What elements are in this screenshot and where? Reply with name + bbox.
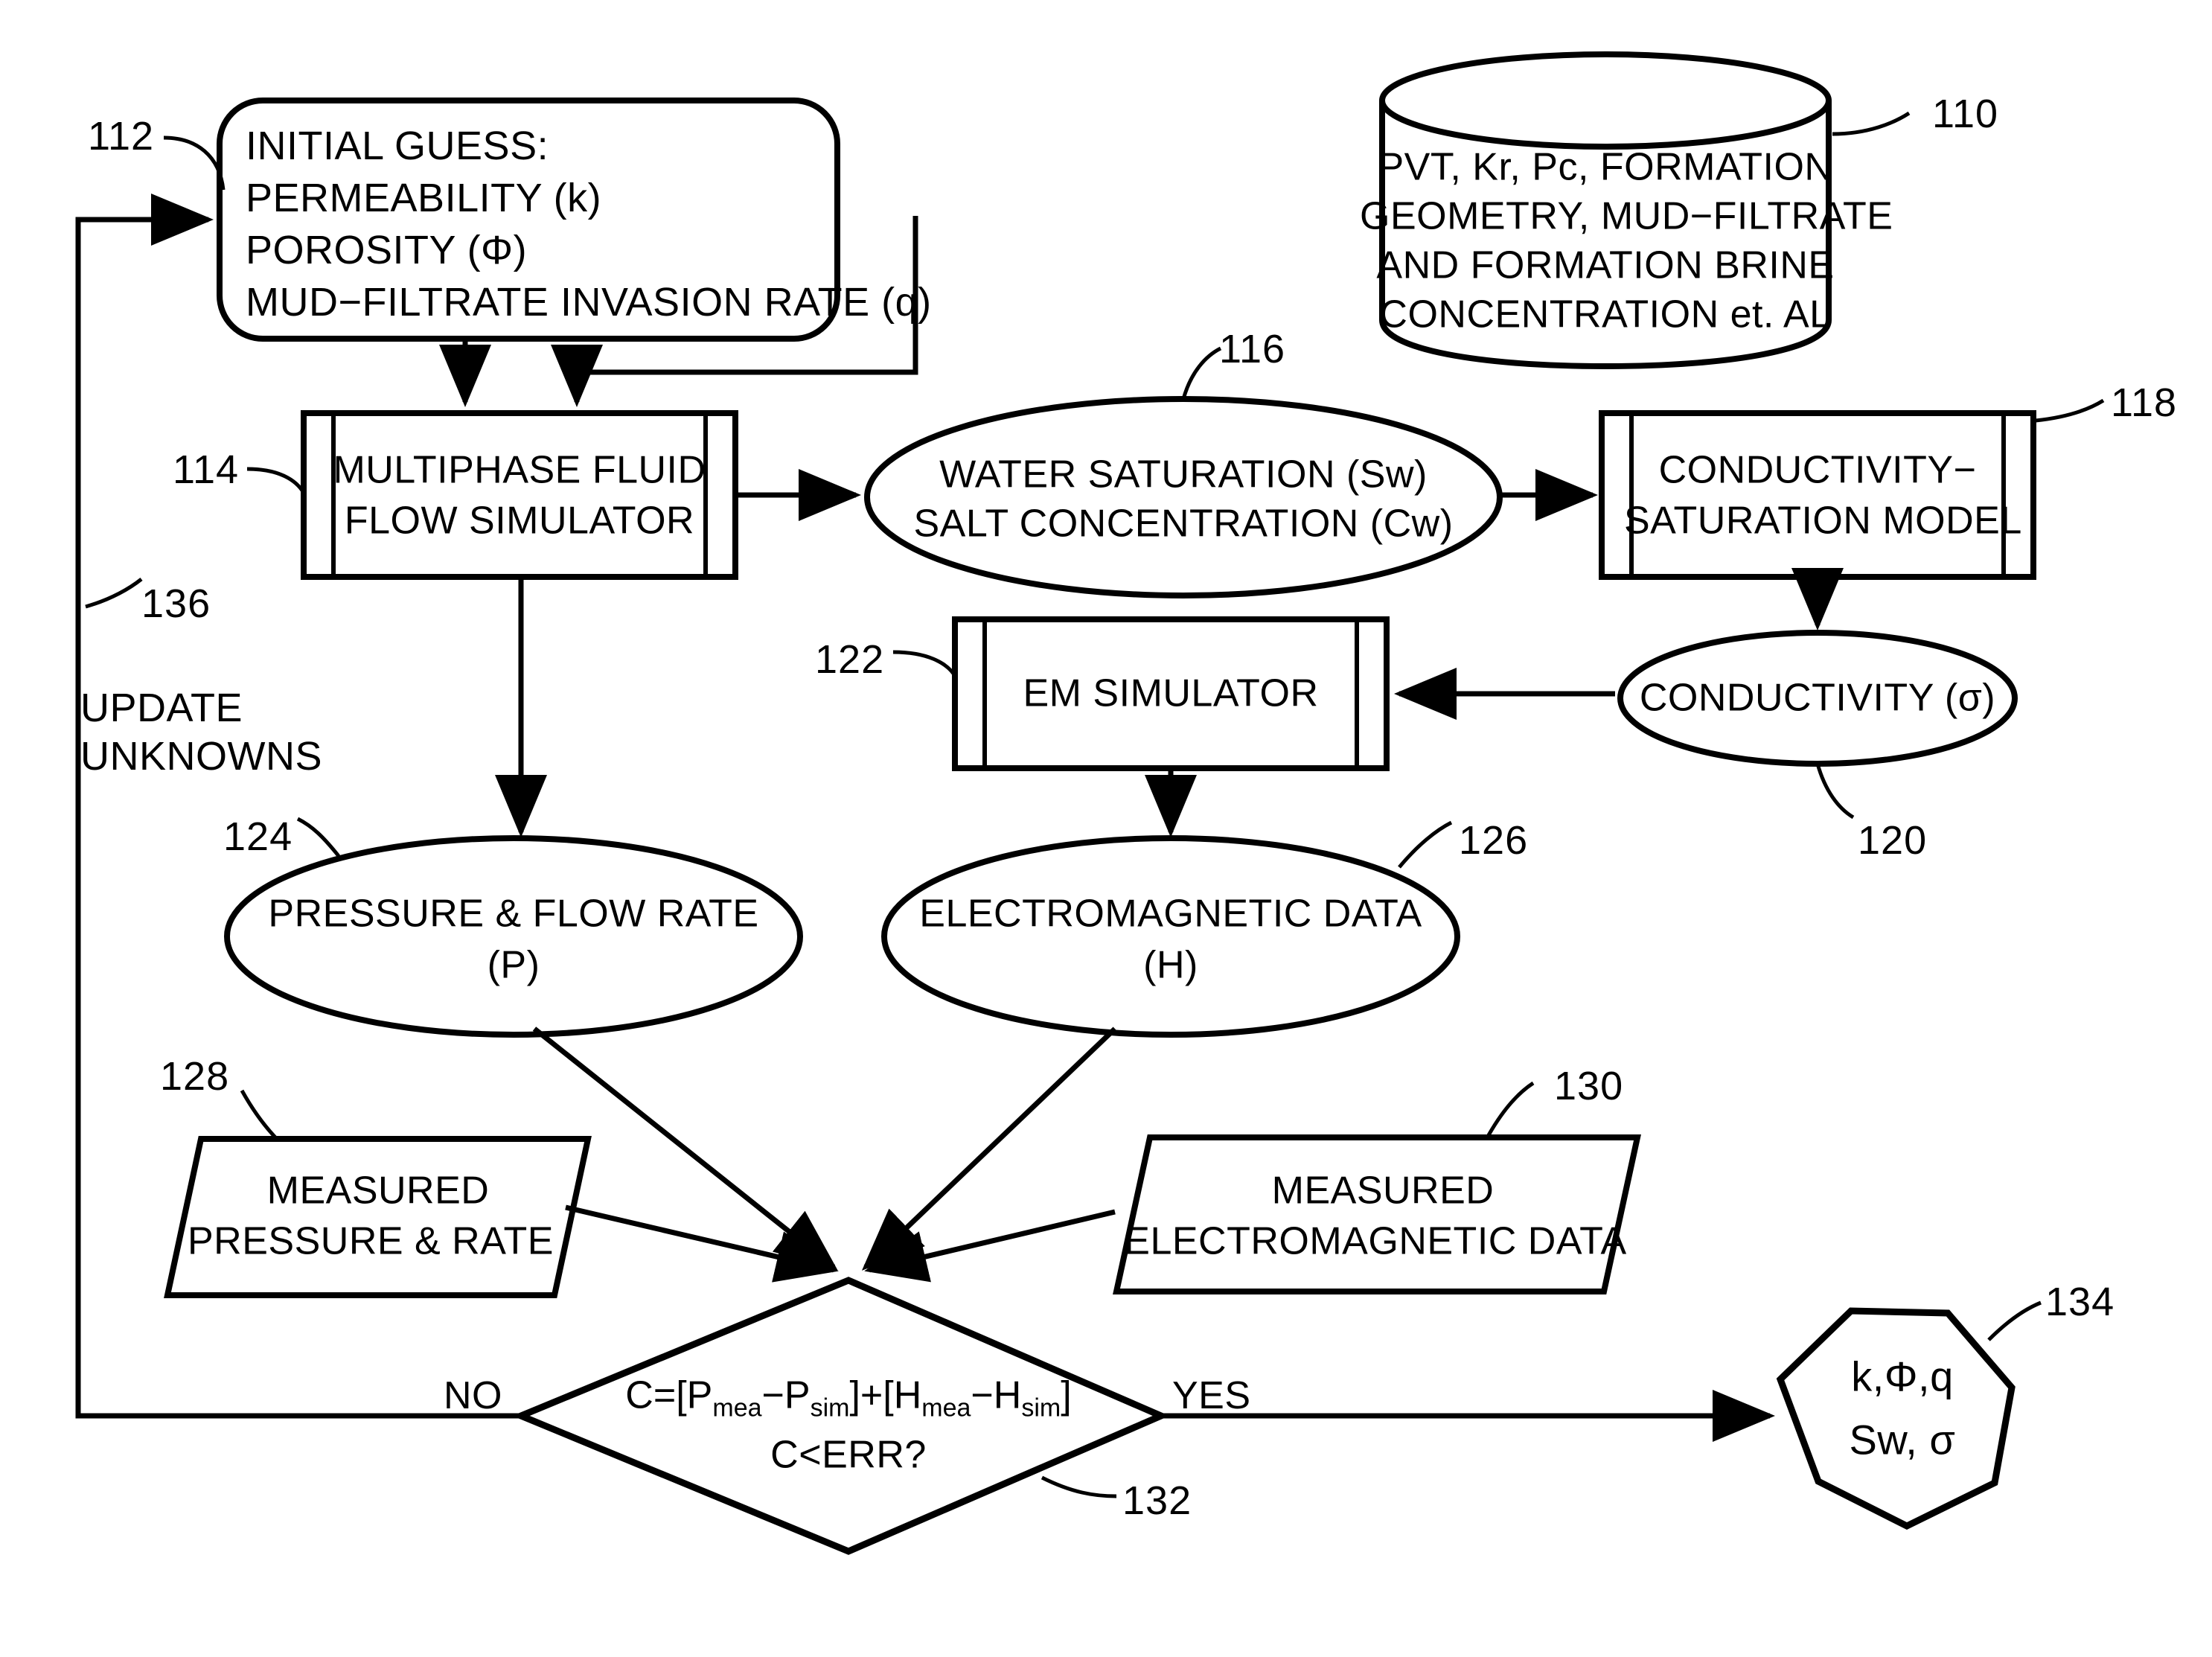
fluid-flow-simulator-line-1: MULTIPHASE FLUID <box>333 448 706 492</box>
output-line-1: k,Φ,q <box>1851 1353 1954 1400</box>
ref-124: 124 <box>223 814 293 859</box>
decision-formula-sub3: mea <box>921 1393 971 1423</box>
measured-em-line-1: MEASURED <box>1271 1169 1495 1213</box>
database-line-2: GEOMETRY, MUD−FILTRATE <box>1360 194 1893 238</box>
patent-figure: 112 INITIAL GUESS: PERMEABILITY (k) PORO… <box>0 0 2212 1657</box>
update-unknowns-line-2: UNKNOWNS <box>80 734 322 779</box>
decision-formula-mid2: ]+[H <box>849 1373 922 1417</box>
decision-formula-sub2: sim <box>810 1393 850 1423</box>
ref-130: 130 <box>1554 1064 1624 1108</box>
leader-134 <box>1987 1300 2042 1341</box>
em-data-line-2: (H) <box>1143 943 1198 987</box>
edge-label-yes: YES <box>1172 1374 1251 1417</box>
leader-124 <box>296 817 340 858</box>
leader-114 <box>246 467 306 494</box>
decision-formula-sub4: sim <box>1021 1393 1061 1423</box>
leader-136 <box>85 578 143 609</box>
decision-formula-prefix: C=[P <box>625 1373 713 1417</box>
leader-128 <box>240 1089 277 1139</box>
pressure-flow-line-1: PRESSURE & FLOW RATE <box>268 892 759 936</box>
measured-em-line-2: ELECTROMAGNETIC DATA <box>1124 1219 1627 1263</box>
database-line-1: PVT, Kr, Pc, FORMATION <box>1378 145 1833 189</box>
initial-guess-line-4: MUD−FILTRATE INVASION RATE (q) <box>246 280 932 325</box>
ref-134: 134 <box>2045 1280 2115 1324</box>
ref-136: 136 <box>141 581 211 626</box>
conductivity-model-line-1: CONDUCTIVITY− <box>1658 448 1977 492</box>
ref-132: 132 <box>1122 1478 1192 1523</box>
pressure-flow-line-2: (P) <box>487 943 540 987</box>
em-simulator-label: EM SIMULATOR <box>1023 671 1319 715</box>
edge-measuredem-to-decision <box>864 1209 1116 1283</box>
decision-formula: C=[Pmea−Psim]+[Hmea−Hsim] <box>625 1373 1071 1423</box>
fluid-flow-simulator-line-2: FLOW SIMULATOR <box>344 499 695 543</box>
shape-measured-pressure-rate <box>164 1136 592 1298</box>
shape-measured-em-data <box>1113 1134 1641 1294</box>
leader-122 <box>892 650 957 677</box>
ref-122: 122 <box>815 637 885 682</box>
edge-emdata-to-decision <box>861 1027 1117 1271</box>
edge-measuredpressure-to-decision <box>565 1204 839 1283</box>
leader-120 <box>1815 763 1855 820</box>
decision-formula-mid1: −P <box>761 1373 811 1417</box>
leader-112 <box>163 135 226 191</box>
ref-110: 110 <box>1932 92 1999 136</box>
leader-110 <box>1832 111 1911 136</box>
ref-128: 128 <box>160 1054 230 1099</box>
shape-fluid-flow-simulator <box>301 410 738 580</box>
ref-118: 118 <box>2111 380 2178 425</box>
water-saturation-line-2: SALT CONCENTRATION (Cw) <box>913 502 1454 546</box>
shape-conductivity-saturation-model <box>1599 410 2036 580</box>
decision-formula-mid3: −H <box>971 1373 1022 1417</box>
leader-130 <box>1486 1081 1535 1137</box>
conductivity-model-line-2: SATURATION MODEL <box>1624 499 2022 543</box>
decision-formula-suffix: ] <box>1061 1373 1072 1417</box>
water-saturation-line-1: WATER SATURATION (Sw) <box>939 453 1428 497</box>
initial-guess-line-3: POROSITY (Φ) <box>246 228 528 272</box>
measured-pressure-line-2: PRESSURE & RATE <box>188 1219 554 1263</box>
database-line-3: AND FORMATION BRINE <box>1376 243 1835 287</box>
shape-database-top <box>1379 51 1832 150</box>
database-line-4: CONCENTRATION et. AL <box>1379 293 1832 336</box>
ref-126: 126 <box>1459 818 1529 863</box>
initial-guess-line-1: INITIAL GUESS: <box>246 124 549 168</box>
leader-126 <box>1398 820 1453 869</box>
leader-118 <box>2035 398 2105 423</box>
output-line-2: Sw, σ <box>1849 1416 1956 1463</box>
initial-guess-line-2: PERMEABILITY (k) <box>246 176 602 220</box>
decision-condition: C<ERR? <box>770 1433 927 1477</box>
measured-pressure-line-1: MEASURED <box>266 1169 490 1213</box>
ref-120: 120 <box>1858 818 1928 863</box>
ref-112: 112 <box>88 114 155 159</box>
leader-116 <box>1181 346 1222 400</box>
ref-116: 116 <box>1219 327 1286 371</box>
conductivity-label: CONDUCTIVITY (σ) <box>1639 676 1996 720</box>
leader-132 <box>1041 1475 1117 1498</box>
edge-label-no: NO <box>444 1374 502 1417</box>
decision-formula-sub1: mea <box>712 1393 762 1423</box>
update-unknowns-line-1: UPDATE <box>80 686 243 730</box>
edge-pressure-to-decision <box>532 1027 838 1271</box>
em-data-line-1: ELECTROMAGNETIC DATA <box>919 892 1422 936</box>
ref-114: 114 <box>173 447 240 492</box>
